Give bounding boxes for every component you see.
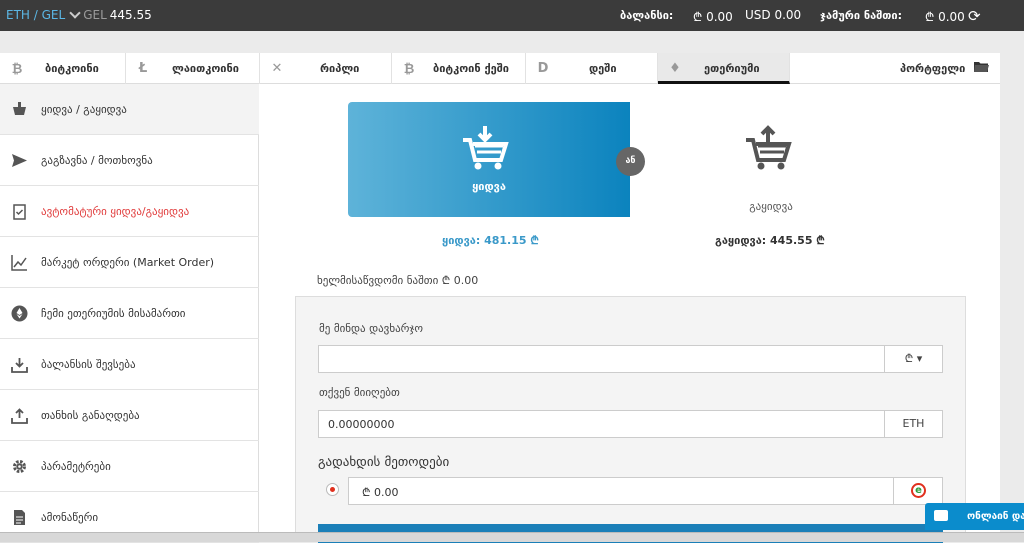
sidebar-item-label: ამონაწერი [41, 511, 99, 524]
payment-method-radio[interactable] [326, 483, 339, 496]
sidebar-item-withdraw[interactable]: თანხის განაღდება [0, 390, 259, 441]
sidebar: ყიდვა / გაყიდვა გაგზავნა / მოთხოვნა ავტო… [0, 84, 259, 543]
tab-label: პორტფელი [900, 62, 966, 75]
sell-label: გაყიდვა [749, 200, 793, 213]
tab-label: დეში [589, 62, 617, 75]
spend-label: მე მინდა დავხარჯო [319, 322, 424, 335]
sidebar-item-label: გაგზავნა / მოთხოვნა [41, 154, 153, 167]
ripple-icon: ✕ [271, 61, 283, 76]
gear-icon [11, 458, 28, 475]
main-panel: ყიდვა ან გაყიდვა ყიდვა: 481.15 ₾ გაყიდვა… [259, 84, 1000, 543]
sidebar-item-label: ყიდვა / გაყიდვა [41, 103, 127, 116]
sidebar-item-label: ავტომატური ყიდვა/გაყიდვა [41, 205, 190, 218]
pair-eth: ETH [6, 8, 30, 22]
clipboard-check-icon [11, 203, 28, 220]
refresh-icon[interactable]: ⟳ [968, 7, 981, 25]
buy-card[interactable]: ყიდვა [348, 102, 630, 217]
sidebar-item-eth-address[interactable]: ჩემი ეთერიუმის მისამართი [0, 288, 259, 339]
tab-litecoin[interactable]: Ł ლაითკოინი [126, 53, 260, 84]
ethereum-icon [11, 305, 28, 322]
currency-pair-selector[interactable]: ETH / GEL GEL 445.55 [6, 7, 152, 22]
pair-separator: / [29, 8, 42, 22]
total-value: ₾ 0.00 [925, 10, 965, 24]
bitcoin-icon: ₿ [11, 62, 23, 77]
sell-price: გაყიდვა: 445.55 ₾ [715, 234, 825, 247]
available-balance: ხელმისაწვდომი ნაშთი ₾ 0.00 [317, 274, 479, 287]
chat-label: ონლაინ დახ [967, 511, 1024, 522]
litecoin-icon: Ł [138, 61, 148, 76]
sidebar-item-label: ჩემი ეთერიუმის მისამართი [41, 307, 186, 320]
document-icon [11, 509, 28, 526]
payment-value: ₾ 0.00 [362, 486, 399, 499]
balance-gel: ₾ 0.00 [693, 10, 733, 24]
sidebar-item-label: ბალანსის შევსება [41, 358, 136, 371]
bitcoin-cash-icon: ₿ [403, 62, 415, 77]
payment-provider: e [893, 478, 942, 504]
spend-currency-dropdown[interactable]: ₾ ▾ [884, 346, 942, 372]
cart-upload-icon [744, 124, 792, 176]
sidebar-item-auto-trade[interactable]: ავტომატური ყიდვა/გაყიდვა [0, 186, 259, 237]
sidebar-item-market-order[interactable]: მარკეტ ორდერი (Market Order) [0, 237, 259, 288]
buy-price: ყიდვა: 481.15 ₾ [442, 234, 539, 247]
tab-dash[interactable]: D დეში [526, 53, 658, 84]
sidebar-item-label: მარკეტ ორდერი (Market Order) [41, 256, 215, 269]
receive-input[interactable]: 0.00000000 ETH [318, 410, 943, 438]
tab-portfolio[interactable]: პორტფელი [790, 53, 1000, 84]
pair-gel: GEL [41, 8, 66, 22]
download-tray-icon [11, 356, 28, 373]
receive-label: თქვენ მიიღებთ [319, 386, 400, 399]
payment-method-row[interactable]: ₾ 0.00 e [348, 477, 943, 505]
tab-ethereum[interactable]: ♦ ეთერიუმი [658, 53, 790, 84]
folder-icon [974, 61, 989, 77]
cart-download-icon [461, 124, 509, 176]
sell-card[interactable]: გაყიდვა [671, 102, 871, 217]
receive-currency: ETH [884, 411, 942, 437]
or-badge: ან [616, 147, 645, 176]
gel-rate: 445.55 [109, 8, 152, 22]
receive-value: 0.00000000 [328, 418, 395, 431]
tab-ripple[interactable]: ✕ რიპლი [260, 53, 392, 84]
chat-bubble-icon [934, 510, 948, 521]
sidebar-item-label: პარამეტრები [41, 460, 111, 473]
chart-line-icon [11, 254, 28, 271]
total-label: ჯამური ნაშთი: [820, 9, 903, 22]
trade-form: მე მინდა დავხარჯო ₾ ▾ თქვენ მიიღებთ 0.00… [295, 296, 966, 543]
tab-label: ბიტკოინი [45, 62, 99, 75]
dash-icon: D [537, 61, 549, 76]
taskbar [0, 532, 1024, 542]
send-icon [11, 152, 28, 169]
e-money-icon: e [911, 483, 926, 498]
balance-usd: USD 0.00 [745, 8, 802, 22]
balance-label: ბალანსი: [620, 9, 674, 22]
sidebar-item-send-request[interactable]: გაგზავნა / მოთხოვნა [0, 135, 259, 186]
tab-label: ეთერიუმი [704, 62, 760, 75]
chevron-down-icon[interactable] [69, 7, 81, 19]
tab-label: ლაითკოინი [172, 62, 239, 75]
gel-label: GEL [83, 8, 107, 22]
sidebar-item-buy-sell[interactable]: ყიდვა / გაყიდვა [0, 84, 259, 135]
tab-label: ბიტკოინ ქეში [433, 62, 509, 75]
tab-bitcoin[interactable]: ₿ ბიტკოინი [0, 53, 126, 84]
basket-icon [11, 101, 28, 118]
sidebar-item-deposit[interactable]: ბალანსის შევსება [0, 339, 259, 390]
tab-label: რიპლი [320, 62, 360, 75]
spend-input[interactable]: ₾ ▾ [318, 345, 943, 373]
upload-tray-icon [11, 407, 28, 424]
sidebar-item-label: თანხის განაღდება [41, 409, 140, 422]
online-chat-button[interactable]: ონლაინ დახ [925, 503, 1024, 530]
ethereum-icon: ♦ [669, 61, 681, 76]
sidebar-item-settings[interactable]: პარამეტრები [0, 441, 259, 492]
tab-bitcoin-cash[interactable]: ₿ ბიტკოინ ქეში [392, 53, 526, 84]
buy-label: ყიდვა [472, 180, 506, 193]
payment-methods-title: გადახდის მეთოდები [318, 455, 450, 470]
currency-tabs: ₿ ბიტკოინი Ł ლაითკოინი ✕ რიპლი ₿ ბიტკოინ… [0, 53, 1000, 84]
top-bar: ETH / GEL GEL 445.55 ბალანსი: ₾ 0.00 USD 0… [0, 0, 1024, 31]
